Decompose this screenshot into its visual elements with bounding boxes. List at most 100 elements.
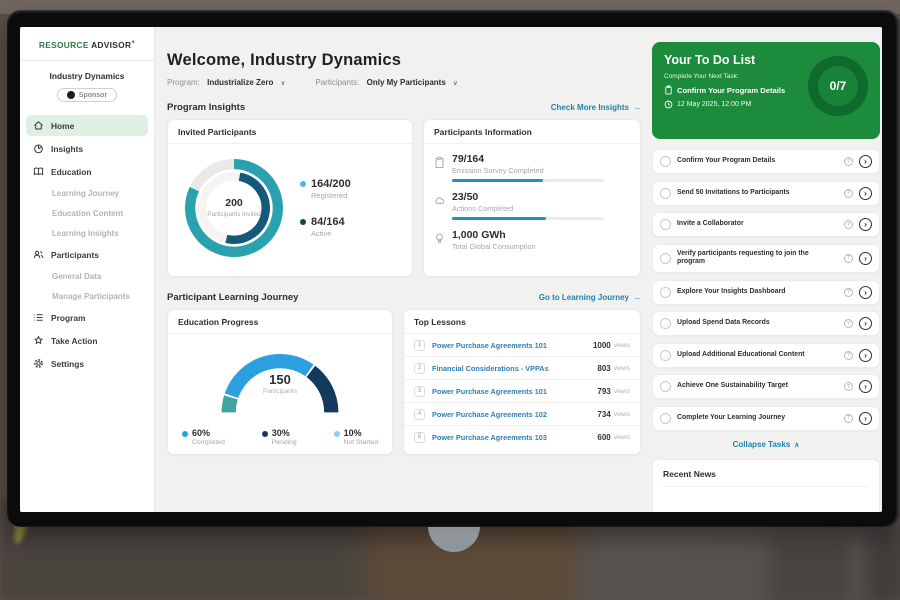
task-checkbox[interactable] (660, 350, 671, 361)
main-content: Welcome, Industry Dynamics Program: Indu… (155, 27, 882, 512)
sidebar-item-learning-insights[interactable]: Learning Insights (26, 224, 148, 242)
chevron-right-button[interactable]: › (859, 412, 872, 425)
logo-resource: RESOURCE (39, 40, 89, 50)
sidebar-item-settings[interactable]: Settings (26, 353, 148, 374)
task-checkbox[interactable] (660, 413, 671, 424)
task-checkbox[interactable] (660, 188, 671, 199)
chevron-right-button[interactable]: › (859, 317, 872, 330)
task-label: Complete Your Learning Journey (677, 414, 838, 423)
help-icon[interactable]: ? (844, 319, 853, 328)
invited-participants-card: Invited Participants 200 Partic (167, 119, 413, 277)
task-verify-participants[interactable]: Verify participants requesting to join t… (652, 244, 880, 274)
lesson-rank: 4 (414, 409, 425, 420)
link-label: Check More Insights (551, 103, 629, 112)
stat-value: 23/50 (452, 191, 604, 203)
task-complete-learning-journey[interactable]: Complete Your Learning Journey ? › (652, 406, 880, 431)
program-filter-label: Program: (167, 78, 200, 87)
task-send-invitations[interactable]: Send 50 Invitations to Participants ? › (652, 181, 880, 206)
lesson-link[interactable]: Power Purchase Agreements 101 (432, 387, 597, 396)
pending-dot (262, 431, 268, 437)
chevron-right-button[interactable]: › (859, 349, 872, 362)
not-started-legend-item: 10% Not Started (334, 428, 378, 446)
progress-track (452, 179, 604, 182)
task-confirm-program-details[interactable]: Confirm Your Program Details ? › (652, 149, 880, 174)
lesson-link[interactable]: Financial Considerations - VPPAs (432, 364, 597, 373)
task-checkbox[interactable] (660, 318, 671, 329)
task-upload-spend-data[interactable]: Upload Spend Data Records ? › (652, 311, 880, 336)
chevron-right-button[interactable]: › (859, 155, 872, 168)
help-icon[interactable]: ? (844, 254, 853, 263)
task-invite-collaborator[interactable]: Invite a Collaborator ? › (652, 212, 880, 237)
chevron-right-button[interactable]: › (859, 252, 872, 265)
task-checkbox[interactable] (660, 156, 671, 167)
help-icon[interactable]: ? (844, 220, 853, 229)
monitor-bezel: RESOURCE ADVISOR+ Industry Dynamics Spon… (7, 10, 900, 527)
task-label: Upload Additional Educational Content (677, 351, 838, 360)
program-insights-header: Program Insights Check More Insights → (167, 102, 641, 113)
not-started-label: Not Started (344, 439, 378, 446)
help-icon[interactable]: ? (844, 382, 853, 391)
chevron-right-button[interactable]: › (859, 380, 872, 393)
app-logo: RESOURCE ADVISOR+ (20, 40, 154, 50)
check-more-insights-link[interactable]: Check More Insights → (551, 103, 641, 112)
task-checkbox[interactable] (660, 381, 671, 392)
background-shadow (770, 535, 850, 600)
task-label: Verify participants requesting to join t… (677, 250, 838, 268)
help-icon[interactable]: ? (844, 288, 853, 297)
collapse-label: Collapse Tasks (733, 440, 791, 449)
help-icon[interactable]: ? (844, 189, 853, 198)
chevron-right-button[interactable]: › (859, 187, 872, 200)
program-filter[interactable]: Program: Industrialize Zero ∨ (167, 78, 285, 87)
clipboard-icon (664, 85, 673, 95)
invited-count-label: Participants Invited (207, 211, 261, 219)
stat-label: Total Global Consumption (452, 242, 536, 251)
help-icon[interactable]: ? (844, 351, 853, 360)
logo-plus: + (131, 40, 135, 46)
sponsor-badge[interactable]: Sponsor (57, 88, 117, 102)
todo-next-task-label: Confirm Your Program Details (677, 86, 785, 95)
sidebar-item-general-data[interactable]: General Data (26, 267, 148, 285)
lesson-link[interactable]: Power Purchase Agreements 103 (432, 433, 597, 442)
views-suffix: views (614, 365, 630, 372)
sidebar-item-manage-participants[interactable]: Manage Participants (26, 287, 148, 305)
clock-icon (664, 100, 673, 109)
center-column: Welcome, Industry Dynamics Program: Indu… (167, 27, 641, 455)
card-title: Invited Participants (168, 120, 412, 144)
task-checkbox[interactable] (660, 287, 671, 298)
views-suffix: views (614, 388, 630, 395)
insights-icon (33, 143, 44, 154)
sidebar-item-learning-journey[interactable]: Learning Journey (26, 184, 148, 202)
learning-cards-row: Education Progress 150 Participants (167, 309, 641, 455)
participants-filter[interactable]: Participants: Only My Participants ∨ (315, 78, 457, 87)
task-checkbox[interactable] (660, 219, 671, 230)
chevron-down-icon: ∨ (453, 80, 458, 87)
top-lessons-card: Top Lessons 1 Power Purchase Agreements … (403, 309, 641, 455)
progress-fill (452, 217, 546, 220)
sidebar-item-home[interactable]: Home (26, 115, 148, 136)
task-explore-insights[interactable]: Explore Your Insights Dashboard ? › (652, 280, 880, 305)
sidebar-item-insights[interactable]: Insights (26, 138, 148, 159)
chevron-right-button[interactable]: › (859, 218, 872, 231)
sidebar-item-take-action[interactable]: Take Action (26, 330, 148, 351)
collapse-tasks-link[interactable]: Collapse Tasks∧ (652, 440, 880, 449)
lesson-rank: 1 (414, 340, 425, 351)
go-to-learning-journey-link[interactable]: Go to Learning Journey → (539, 293, 641, 302)
stat-value: 1,000 GWh (452, 229, 536, 241)
sidebar-item-label: Participants (51, 250, 99, 260)
help-icon[interactable]: ? (844, 414, 853, 423)
education-gauge-chart: 150 Participants (210, 344, 350, 420)
sidebar-item-education-content[interactable]: Education Content (26, 204, 148, 222)
chevron-right-button[interactable]: › (859, 286, 872, 299)
sidebar-item-education[interactable]: Education (26, 161, 148, 182)
task-upload-educational-content[interactable]: Upload Additional Educational Content ? … (652, 343, 880, 368)
survey-icon (434, 156, 445, 169)
completed-pct: 60% (192, 428, 225, 438)
task-achieve-sustainability-target[interactable]: Achieve One Sustainability Target ? › (652, 374, 880, 399)
help-icon[interactable]: ? (844, 157, 853, 166)
sidebar-item-program[interactable]: Program (26, 307, 148, 328)
lesson-link[interactable]: Power Purchase Agreements 101 (432, 341, 593, 350)
donut-center: 200 Participants Invited (178, 152, 290, 264)
lesson-link[interactable]: Power Purchase Agreements 102 (432, 410, 597, 419)
task-checkbox[interactable] (660, 253, 671, 264)
sidebar-item-participants[interactable]: Participants (26, 244, 148, 265)
